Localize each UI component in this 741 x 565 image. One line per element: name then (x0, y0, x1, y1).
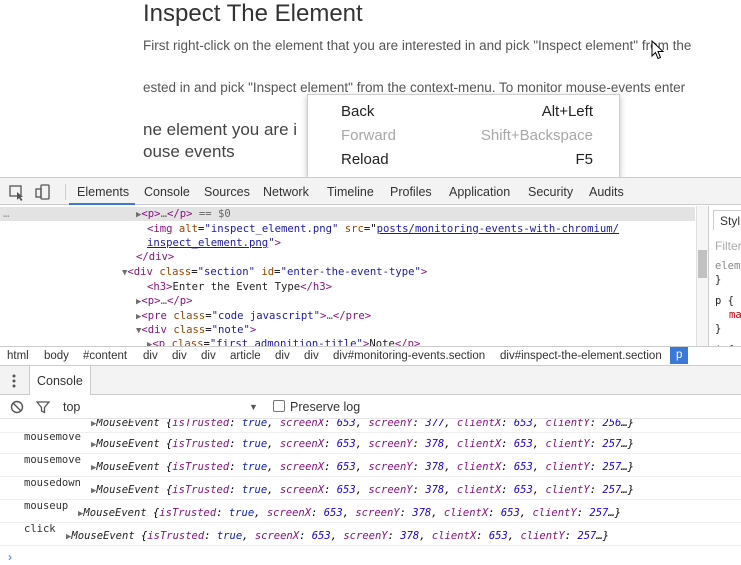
breadcrumb-item[interactable]: html (7, 350, 29, 362)
page-paragraph: First right-click on the element that yo… (143, 38, 692, 53)
console-prompt-icon[interactable]: › (8, 550, 12, 564)
tree-node-section[interactable]: ▼<div class="section" id="enter-the-even… (122, 265, 427, 279)
breadcrumb-item[interactable]: div (304, 350, 319, 362)
device-mode-icon[interactable] (34, 183, 52, 201)
drawer-header: Console (0, 365, 741, 395)
breadcrumb-item[interactable]: div (201, 350, 216, 362)
elements-tree: … ▶<p>…</p> == $0 <img alt="inspect_elem… (0, 206, 708, 346)
breadcrumb-item[interactable]: div (275, 350, 290, 362)
elements-scroll-thumb[interactable] (698, 250, 707, 278)
menu-item-label: Forward (341, 127, 397, 144)
console-event-type: click (24, 523, 56, 535)
styles-pane: Styl Filter elem } p { ma } * { (708, 206, 741, 346)
active-tab-indicator (69, 203, 135, 205)
tab-console[interactable]: Console (144, 185, 190, 199)
breadcrumb-item[interactable]: div (172, 350, 187, 362)
console-event-type: mouseup (24, 500, 69, 512)
tab-styles[interactable]: Styl (713, 210, 741, 230)
console-message[interactable]: click ▶MouseEvent {isTrusted: true, scree… (0, 523, 741, 546)
console-message[interactable]: mouseup ▶MouseEvent {isTrusted: true, scr… (0, 500, 741, 523)
console-event-type: mousemove (24, 431, 81, 443)
tab-sources[interactable]: Sources (204, 185, 250, 199)
tab-security[interactable]: Security (528, 185, 573, 199)
img-src-link[interactable]: inspect_element.png (147, 237, 268, 249)
menu-item-label: Reload (341, 151, 389, 168)
filter-icon[interactable] (36, 400, 50, 414)
drawer-menu-icon[interactable] (11, 373, 17, 389)
tree-node-note[interactable]: ▼<div class="note"> (136, 323, 256, 337)
devtools-toolbar: Elements Console Sources Network Timelin… (0, 177, 741, 205)
context-menu-forward: Forward Shift+Backspace (308, 121, 619, 145)
style-rule-line: } (715, 274, 722, 286)
tab-audits[interactable]: Audits (589, 185, 624, 199)
preserve-log-label: Preserve log (290, 400, 361, 414)
breadcrumb-item[interactable]: body (44, 350, 69, 362)
style-rule-line: } (715, 323, 722, 335)
console-message[interactable]: mousemove ▶MouseEvent {isTrusted: true, s… (0, 431, 741, 454)
page-heading: Inspect The Element (143, 0, 363, 27)
tree-node-note-p[interactable]: ▶<p class="first admonition-title">Note<… (147, 337, 420, 346)
context-selector[interactable]: top (63, 400, 80, 414)
menu-item-shortcut: F5 (575, 151, 593, 168)
style-rule-line: elem (715, 260, 741, 272)
style-rule-line: p { (715, 295, 734, 307)
breadcrumb-item[interactable]: article (230, 350, 261, 362)
console-object-preview[interactable]: ▶MouseEvent {isTrusted: true, screenX: 6… (91, 419, 634, 429)
tree-node-h3[interactable]: <h3>Enter the Event Type</h3> (147, 280, 332, 294)
inspect-element-icon[interactable] (8, 183, 26, 201)
menu-item-label: Back (341, 103, 375, 120)
console-message[interactable]: mousedown ▶MouseEvent {isTrusted: true, s… (0, 477, 741, 500)
styles-filter-input[interactable]: Filter (715, 239, 741, 253)
toolbar-divider (65, 184, 66, 200)
overflow-dots: … (3, 208, 10, 220)
drawer-tab-console[interactable]: Console (29, 366, 91, 395)
tree-node-selected[interactable]: … ▶<p>…</p> == $0 (0, 207, 695, 221)
console-object-preview[interactable]: ▶MouseEvent {isTrusted: true, screenX: 6… (66, 530, 609, 542)
preserve-log-checkbox[interactable] (273, 400, 285, 412)
console-event-type: mousedown (24, 477, 81, 489)
breadcrumb-item-active[interactable]: p (670, 347, 689, 364)
img-src-link[interactable]: posts/monitoring-events-with-chromium/ (377, 223, 619, 235)
context-menu-reload[interactable]: Reload F5 (308, 145, 619, 169)
tree-node-p[interactable]: ▶<p>…</p> (136, 294, 192, 308)
console-object-preview[interactable]: ▶MouseEvent {isTrusted: true, screenX: 6… (78, 507, 621, 519)
page-paragraph: ested in and pick "Inspect element" from… (143, 80, 686, 95)
cursor-arrow-icon (651, 40, 665, 60)
tree-node-div-close: </div> (136, 251, 175, 263)
tab-profiles[interactable]: Profiles (390, 185, 432, 199)
tree-node-img[interactable]: <img alt="inspect_element.png" src="post… (147, 222, 619, 236)
context-menu-back[interactable]: Back Alt+Left (308, 97, 619, 121)
tab-application[interactable]: Application (449, 185, 510, 199)
tab-timeline[interactable]: Timeline (327, 185, 374, 199)
context-menu: Back Alt+Left Forward Shift+Backspace Re… (307, 94, 620, 177)
menu-item-shortcut: Shift+Backspace (480, 127, 593, 144)
console-object-preview[interactable]: ▶MouseEvent {isTrusted: true, screenX: 6… (91, 438, 634, 450)
tree-node-pre[interactable]: ▶<pre class="code javascript">…</pre> (136, 309, 371, 323)
console-object-preview[interactable]: ▶MouseEvent {isTrusted: true, screenX: 6… (91, 461, 634, 473)
tab-network[interactable]: Network (263, 185, 309, 199)
tab-elements[interactable]: Elements (77, 185, 129, 199)
breadcrumb: html body #content div div div article d… (0, 346, 741, 364)
page-subheading: ne element you are i (143, 120, 298, 139)
console-event-type: mousemove (24, 454, 81, 466)
selected-marker: == $0 (198, 208, 231, 220)
tree-node-img-cont: inspect_element.png"> (147, 237, 281, 249)
page-subheading: ouse events (143, 142, 235, 161)
breadcrumb-item[interactable]: div#inspect-the-element.section (500, 350, 662, 362)
breadcrumb-item[interactable]: div#monitoring-events.section (333, 350, 485, 362)
breadcrumb-item[interactable]: #content (83, 350, 127, 362)
dropdown-caret-icon[interactable]: ▼ (249, 402, 258, 412)
clear-console-icon[interactable] (10, 400, 24, 414)
breadcrumb-item[interactable]: div (143, 350, 158, 362)
console-log: ▶MouseEvent {isTrusted: true, screenX: 6… (0, 419, 741, 565)
devtools-panel: Elements Console Sources Network Timelin… (0, 177, 741, 565)
web-page: Inspect The Element First right-click on… (0, 0, 741, 177)
console-object-preview[interactable]: ▶MouseEvent {isTrusted: true, screenX: 6… (91, 484, 634, 496)
console-toolbar: top ▼ Preserve log (0, 395, 741, 419)
menu-item-shortcut: Alt+Left (541, 103, 593, 120)
console-message[interactable]: mousemove ▶MouseEvent {isTrusted: true, s… (0, 454, 741, 477)
style-rule-line: ma (729, 309, 741, 321)
